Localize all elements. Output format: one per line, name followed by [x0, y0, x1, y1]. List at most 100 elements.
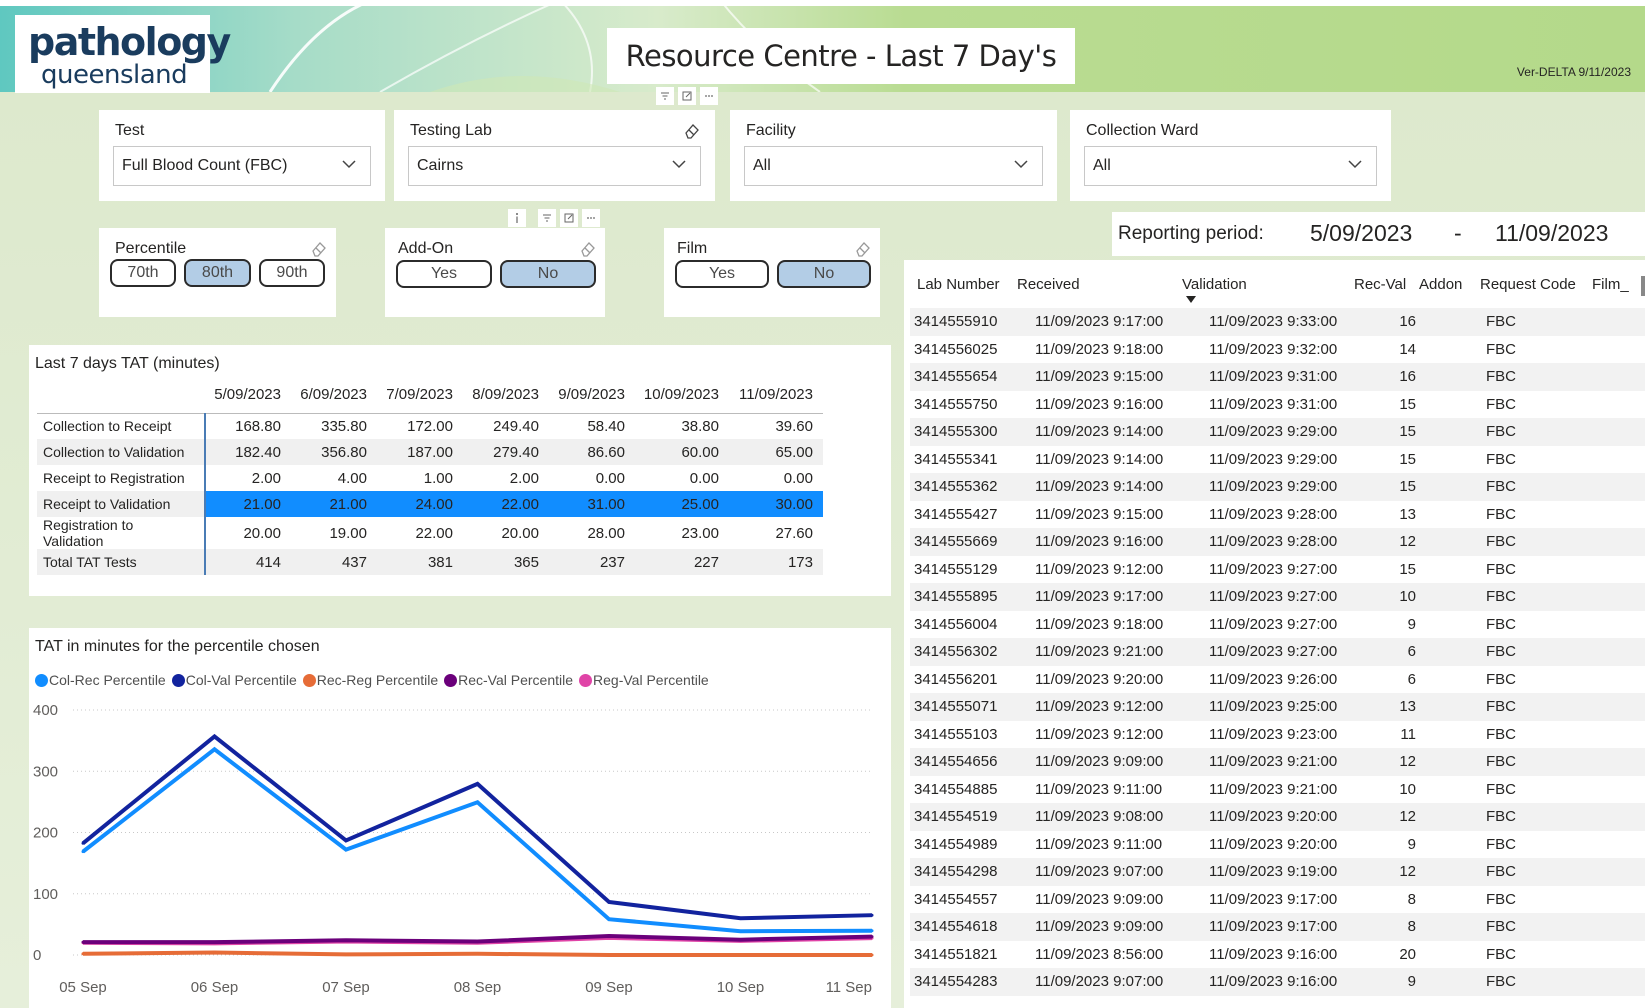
table-row[interactable]: 3414554618 11/09/2023 9:09:00 11/09/2023 9… [910, 913, 1645, 941]
table-row[interactable]: 3414555669 11/09/2023 9:16:00 11/09/2023 9… [910, 528, 1645, 556]
legend-item[interactable]: Col-Rec Percentile [35, 672, 166, 688]
table-row[interactable]: 3414556025 11/09/2023 9:18:00 11/09/2023 9… [910, 335, 1645, 363]
table-row[interactable]: 3414554989 11/09/2023 9:11:00 11/09/2023 9… [910, 830, 1645, 858]
horizontal-scrollbar[interactable] [1641, 276, 1645, 296]
table-row[interactable]: 3414555300 11/09/2023 9:14:00 11/09/2023 9… [910, 418, 1645, 446]
tat-cell: 86.60 [549, 439, 635, 465]
table-row[interactable]: 3414556004 11/09/2023 9:18:00 11/09/2023 9… [910, 610, 1645, 638]
column-header-received[interactable]: Received [1017, 276, 1080, 293]
reporting-period: Reporting period: 5/09/2023 - 11/09/2023 [1112, 212, 1645, 256]
table-row[interactable]: 3414551821 11/09/2023 8:56:00 11/09/2023 9… [910, 940, 1645, 968]
column-header-validation[interactable]: Validation [1182, 276, 1247, 293]
tat-row[interactable]: Registration to Validation 20.00 19.00 22.0… [37, 517, 823, 549]
filter-icon[interactable] [538, 209, 556, 227]
add-on-option-yes[interactable]: Yes [396, 260, 492, 288]
tat-column-header[interactable]: 7/09/2023 [377, 377, 463, 414]
add-on-option-no[interactable]: No [500, 260, 596, 288]
tat-column-header[interactable]: 5/09/2023 [205, 377, 291, 414]
chart-plot-area: 0 100 200 300 400 05 Sep 06 Sep 07 Sep 08 Sep 09 … [33, 702, 874, 996]
collection-ward-dropdown[interactable]: All [1084, 146, 1377, 186]
cell-lab-number: 3414555071 [914, 698, 998, 715]
eraser-icon[interactable] [579, 240, 597, 258]
table-row[interactable]: 3414555654 11/09/2023 9:15:00 11/09/2023 9… [910, 363, 1645, 391]
cell-lab-number: 3414551821 [914, 945, 998, 963]
collection-ward-slicer: Collection Ward All [1070, 110, 1391, 201]
film-option-no[interactable]: No [777, 260, 871, 288]
eraser-icon[interactable] [854, 240, 872, 258]
tat-cell: 279.40 [463, 439, 549, 465]
legend-marker [444, 673, 458, 687]
table-row[interactable]: 3414555341 11/09/2023 9:14:00 11/09/2023 9… [910, 445, 1645, 473]
table-row[interactable]: 3414555129 11/09/2023 9:12:00 11/09/2023 9… [910, 555, 1645, 583]
column-header-film[interactable]: Film_ [1592, 276, 1629, 293]
tat-cell: 2.00 [205, 465, 291, 491]
tat-column-header[interactable]: 11/09/2023 [729, 377, 823, 414]
more-options-icon[interactable] [582, 209, 600, 227]
tat-cell: 20.00 [463, 517, 549, 549]
table-row[interactable]: 3414555895 11/09/2023 9:17:00 11/09/2023 9… [910, 583, 1645, 611]
series-line [81, 733, 873, 921]
legend-item[interactable]: Col-Val Percentile [171, 672, 297, 688]
table-row[interactable]: 3414554656 11/09/2023 9:09:00 11/09/2023 9… [910, 748, 1645, 776]
cell-received: 11/09/2023 9:07:00 [1035, 973, 1164, 990]
tat-cell: 4.00 [291, 465, 377, 491]
table-row[interactable]: 3414554519 11/09/2023 9:08:00 11/09/2023 9… [910, 803, 1645, 831]
tat-row[interactable]: Receipt to Registration 2.00 4.00 1.00 2.00 0… [37, 465, 823, 491]
cell-received: 11/09/2023 9:09:00 [1035, 753, 1164, 770]
column-header-request-code[interactable]: Request Code [1480, 276, 1576, 293]
eraser-icon[interactable] [683, 122, 701, 140]
tat-cell: 60.00 [635, 439, 729, 465]
eraser-icon[interactable] [310, 240, 328, 258]
film-option-yes[interactable]: Yes [675, 260, 769, 288]
percentile-option-90th[interactable]: 90th [259, 259, 325, 287]
y-tick-label: 400 [33, 702, 58, 719]
table-row[interactable]: 3414554283 11/09/2023 9:07:00 11/09/2023 9… [910, 968, 1645, 996]
more-options-icon[interactable] [700, 87, 718, 105]
column-header-addon[interactable]: Addon [1419, 276, 1462, 293]
percentile-option-70th[interactable]: 70th [110, 259, 176, 287]
tat-column-header[interactable]: 9/09/2023 [549, 377, 635, 414]
facility-slicer: Facility All [730, 110, 1057, 201]
tat-row[interactable]: Receipt to Validation 21.00 21.00 24.00 22.0… [37, 491, 823, 517]
tat-cell: 365 [463, 549, 549, 575]
table-row[interactable]: 3414554557 11/09/2023 9:09:00 11/09/2023 9… [910, 885, 1645, 913]
test-dropdown[interactable]: Full Blood Count (FBC) [113, 146, 371, 186]
table-row[interactable]: 3414555103 11/09/2023 9:12:00 11/09/2023 9… [910, 720, 1645, 748]
column-header-lab-number[interactable]: Lab Number [917, 276, 1000, 293]
filter-icon[interactable] [656, 87, 674, 105]
tat-column-header[interactable]: 6/09/2023 [291, 377, 377, 414]
tat-row[interactable]: Collection to Validation 182.40 356.80 187.… [37, 439, 823, 465]
focus-icon[interactable] [678, 87, 696, 105]
table-row[interactable]: 3414555362 11/09/2023 9:14:00 11/09/2023 9… [910, 473, 1645, 501]
percentile-option-80th[interactable]: 80th [184, 259, 251, 287]
tat-row[interactable]: Collection to Receipt 168.80 335.80 172.00 2… [37, 413, 823, 439]
tat-cell: 335.80 [291, 413, 377, 439]
legend-item[interactable]: Reg-Val Percentile [579, 672, 709, 688]
table-row[interactable]: 3414556302 11/09/2023 9:21:00 11/09/2023 9… [910, 638, 1645, 666]
data-point [870, 913, 874, 917]
x-tick-label: 09 Sep [585, 979, 633, 996]
focus-icon[interactable] [560, 209, 578, 227]
tat-column-header[interactable]: 8/09/2023 [463, 377, 549, 414]
legend-item[interactable]: Rec-Reg Percentile [302, 672, 438, 688]
table-row[interactable]: 3414554885 11/09/2023 9:11:00 11/09/2023 9… [910, 775, 1645, 803]
column-header-rec-val[interactable]: Rec-Val [1354, 276, 1406, 293]
table-row[interactable]: 3414555750 11/09/2023 9:16:00 11/09/2023 9… [910, 390, 1645, 418]
tat-row[interactable]: Total TAT Tests 414 437 381 365 237 227 173 [37, 549, 823, 575]
table-row[interactable]: 3414555071 11/09/2023 9:12:00 11/09/2023 9… [910, 693, 1645, 721]
sort-desc-icon[interactable] [1186, 296, 1196, 304]
table-row[interactable]: 3414555427 11/09/2023 9:15:00 11/09/2023 9… [910, 500, 1645, 528]
cell-validation: 11/09/2023 9:27:00 [1209, 588, 1338, 605]
table-row[interactable]: 3414554298 11/09/2023 9:07:00 11/09/2023 9… [910, 858, 1645, 886]
tat-row-label: Total TAT Tests [37, 549, 206, 575]
table-row[interactable]: 3414555910 11/09/2023 9:17:00 11/09/2023 9… [910, 308, 1645, 336]
test-slicer: Test Full Blood Count (FBC) [99, 110, 385, 201]
info-icon[interactable] [508, 209, 526, 227]
cell-validation: 11/09/2023 9:29:00 [1209, 478, 1338, 495]
cell-rec-val: 9 [1407, 615, 1416, 633]
facility-dropdown[interactable]: All [744, 146, 1043, 186]
table-row[interactable]: 3414556201 11/09/2023 9:20:00 11/09/2023 9… [910, 665, 1645, 693]
testing-lab-dropdown[interactable]: Cairns [408, 146, 701, 186]
tat-column-header[interactable]: 10/09/2023 [635, 377, 729, 414]
legend-item[interactable]: Rec-Val Percentile [444, 672, 573, 688]
